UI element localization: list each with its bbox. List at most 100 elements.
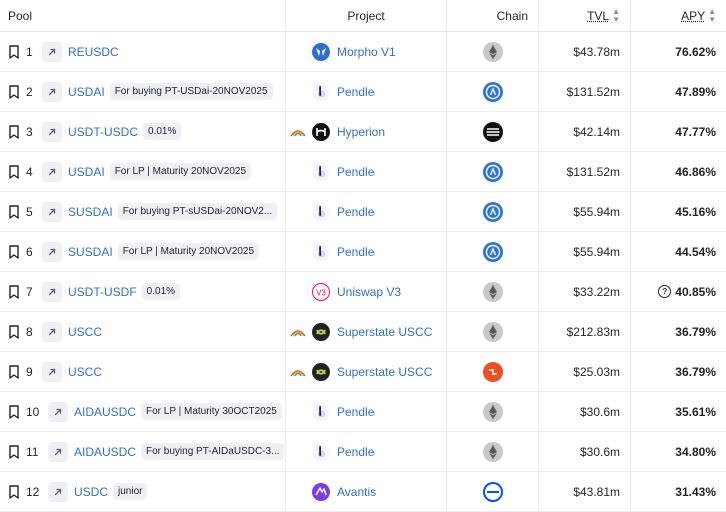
tvl-cell: $30.6m xyxy=(538,432,630,471)
apy-sort-button[interactable]: APY xyxy=(681,9,705,23)
sort-icon[interactable]: ▲ ▼ xyxy=(612,7,620,24)
tvl-value: $131.52m xyxy=(566,164,620,179)
bookmark-icon[interactable] xyxy=(8,44,20,59)
pool-cell: 5 SUSDAI For buying PT-sUSDai-20NOV2... xyxy=(0,201,285,222)
project-name[interactable]: Hyperion xyxy=(337,125,385,139)
bookmark-icon[interactable] xyxy=(8,404,20,419)
project-name[interactable]: Pendle xyxy=(337,205,374,219)
external-link-icon[interactable] xyxy=(42,241,62,262)
chain-cell xyxy=(446,392,538,431)
pool-name-link[interactable]: REUSDC xyxy=(68,45,119,59)
project-link[interactable]: Pendle xyxy=(312,442,374,461)
apy-column-header[interactable]: APY ▲ ▼ xyxy=(630,0,726,31)
bookmark-icon[interactable] xyxy=(8,244,20,259)
chain-cell xyxy=(446,192,538,231)
external-link-icon[interactable] xyxy=(42,121,62,142)
bookmark-icon[interactable] xyxy=(8,124,20,139)
bookmark-icon[interactable] xyxy=(8,164,20,179)
plume-icon[interactable] xyxy=(482,361,503,382)
project-name[interactable]: Pendle xyxy=(337,245,374,259)
project-link[interactable]: Pendle xyxy=(312,242,374,261)
bookmark-icon[interactable] xyxy=(8,444,20,459)
arbitrum-icon[interactable] xyxy=(482,81,503,102)
external-link-icon[interactable] xyxy=(42,41,62,62)
pool-name-link[interactable]: AIDAUSDC xyxy=(74,405,136,419)
project-name[interactable]: Pendle xyxy=(337,445,374,459)
pool-name-link[interactable]: USDT-USDF xyxy=(68,285,137,299)
project-link[interactable]: Hyperion xyxy=(312,122,385,141)
tvl-value: $30.6m xyxy=(579,404,620,419)
project-name[interactable]: Pendle xyxy=(337,85,374,99)
external-link-icon[interactable] xyxy=(42,201,62,222)
tvl-sort-button[interactable]: TVL xyxy=(587,9,609,23)
project-link[interactable]: Pendle xyxy=(312,82,374,101)
project-header-label: Project xyxy=(347,8,385,23)
rwa-icon xyxy=(290,326,306,338)
bookmark-icon[interactable] xyxy=(8,484,20,499)
pool-name-link[interactable]: SUSDAI xyxy=(68,205,113,219)
arbitrum-icon[interactable] xyxy=(482,241,503,262)
project-name[interactable]: Pendle xyxy=(337,405,374,419)
external-link-icon[interactable] xyxy=(48,401,68,422)
pool-name-link[interactable]: USCC xyxy=(68,365,102,379)
ethereum-icon[interactable] xyxy=(482,441,503,462)
project-link[interactable]: Superstate USCC xyxy=(312,322,432,341)
tvl-column-header[interactable]: TVL ▲ ▼ xyxy=(538,0,630,31)
project-cell: Pendle xyxy=(285,152,446,191)
external-link-icon[interactable] xyxy=(42,81,62,102)
table-row: 1 REUSDC Morpho V1 $43.78m 76.62% xyxy=(0,32,726,72)
pool-name-link[interactable]: USDC xyxy=(74,485,108,499)
project-name[interactable]: Pendle xyxy=(337,165,374,179)
project-name[interactable]: Superstate USCC xyxy=(337,325,432,339)
base-icon[interactable] xyxy=(482,481,503,502)
pool-name-link[interactable]: USCC xyxy=(68,325,102,339)
project-cell: Hyperion xyxy=(285,112,446,151)
external-link-icon[interactable] xyxy=(42,281,62,302)
project-link[interactable]: Pendle xyxy=(312,202,374,221)
pool-name-link[interactable]: AIDAUSDC xyxy=(74,445,136,459)
project-link[interactable]: V3 Uniswap V3 xyxy=(312,282,401,301)
project-name[interactable]: Morpho V1 xyxy=(337,45,396,59)
bookmark-icon[interactable] xyxy=(8,324,20,339)
apy-cell: 47.89% xyxy=(630,72,726,111)
bookmark-icon[interactable] xyxy=(8,204,20,219)
pool-name-link[interactable]: USDT-USDC xyxy=(68,125,138,139)
tvl-cell: $25.03m xyxy=(538,352,630,391)
apy-value: 45.16% xyxy=(675,204,716,219)
ethereum-icon[interactable] xyxy=(482,401,503,422)
pool-name-link[interactable]: USDAI xyxy=(68,165,105,179)
bookmark-icon[interactable] xyxy=(8,84,20,99)
project-cell: Pendle xyxy=(285,392,446,431)
rank-number: 12 xyxy=(26,484,40,499)
sort-icon[interactable]: ▲ ▼ xyxy=(708,7,716,24)
arbitrum-icon[interactable] xyxy=(482,201,503,222)
ethereum-icon[interactable] xyxy=(482,41,503,62)
bookmark-icon[interactable] xyxy=(8,364,20,379)
bookmark-icon[interactable] xyxy=(8,284,20,299)
project-link[interactable]: Avantis xyxy=(312,482,376,501)
table-row: 3 USDT-USDC 0.01% Hyperion $42.14m 47.77… xyxy=(0,112,726,152)
arbitrum-icon[interactable] xyxy=(482,161,503,182)
external-link-icon[interactable] xyxy=(48,481,68,502)
project-link[interactable]: Pendle xyxy=(312,162,374,181)
ethereum-icon[interactable] xyxy=(482,321,503,342)
external-link-icon[interactable] xyxy=(42,361,62,382)
aptos-icon[interactable] xyxy=(482,121,503,142)
project-link[interactable]: Superstate USCC xyxy=(312,362,432,381)
external-link-icon[interactable] xyxy=(48,441,68,462)
ethereum-icon[interactable] xyxy=(482,281,503,302)
pool-cell: 1 REUSDC xyxy=(0,41,285,62)
project-link[interactable]: Pendle xyxy=(312,402,374,421)
external-link-icon[interactable] xyxy=(42,321,62,342)
project-link[interactable]: Morpho V1 xyxy=(312,42,396,61)
project-name[interactable]: Superstate USCC xyxy=(337,365,432,379)
table-row: 2 USDAI For buying PT-USDai-20NOV2025 Pe… xyxy=(0,72,726,112)
project-name[interactable]: Avantis xyxy=(337,485,376,499)
apy-value: 44.54% xyxy=(675,244,716,259)
pool-name-link[interactable]: SUSDAI xyxy=(68,245,113,259)
question-icon[interactable]: ? xyxy=(658,285,672,298)
external-link-icon[interactable] xyxy=(42,161,62,182)
pool-name-link[interactable]: USDAI xyxy=(68,85,105,99)
pool-cell: 4 USDAI For LP | Maturity 20NOV2025 xyxy=(0,161,285,182)
project-name[interactable]: Uniswap V3 xyxy=(337,285,401,299)
